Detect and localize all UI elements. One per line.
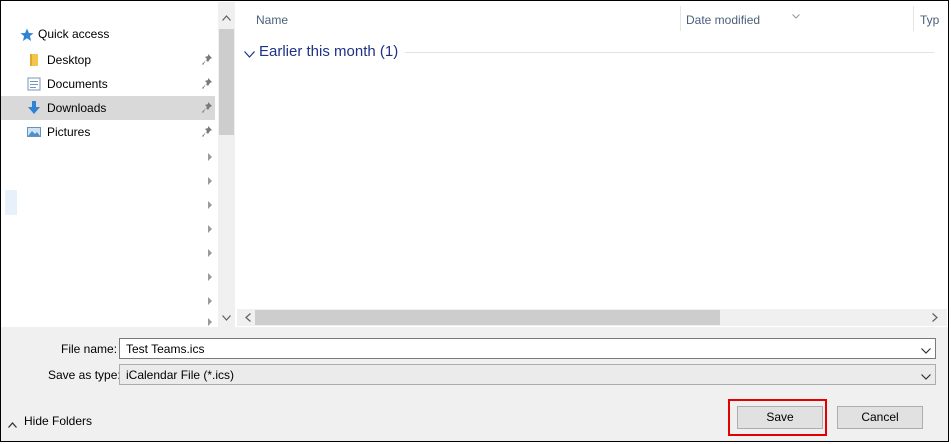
nav-item-documents[interactable]: Documents	[1, 72, 215, 96]
save-as-type-select[interactable]: iCalendar File (*.ics)	[119, 364, 936, 385]
expand-arrow-icon[interactable]	[207, 198, 213, 209]
nav-scroll-thumb[interactable]	[219, 29, 234, 135]
chevron-down-icon[interactable]	[921, 344, 931, 354]
pin-icon	[202, 126, 212, 138]
horizontal-scroll-thumb[interactable]	[255, 310, 720, 325]
scroll-down-arrow-icon[interactable]	[218, 309, 235, 326]
expand-arrow-icon[interactable]	[207, 150, 213, 161]
expand-arrow-icon[interactable]	[207, 222, 213, 233]
sort-chevron-icon	[792, 8, 800, 19]
file-name-field[interactable]: Test Teams.ics	[119, 338, 936, 359]
cancel-button[interactable]: Cancel	[837, 406, 923, 429]
nav-item-pictures[interactable]: Pictures	[1, 120, 215, 144]
pictures-icon	[27, 125, 41, 139]
pin-icon	[202, 54, 212, 66]
expand-arrow-icon[interactable]	[207, 315, 213, 326]
file-name-label: File name:	[61, 342, 118, 356]
expand-arrow-icon[interactable]	[207, 270, 213, 281]
group-heading[interactable]: Earlier this month (1)	[259, 43, 398, 60]
hide-folders-label: Hide Folders	[24, 414, 93, 428]
scroll-left-arrow-icon[interactable]	[239, 309, 256, 326]
column-separator[interactable]	[680, 6, 681, 31]
scroll-up-arrow-icon[interactable]	[218, 9, 235, 26]
nav-item-desktop[interactable]: Desktop	[1, 48, 215, 72]
save-as-type-label: Save as type:	[48, 368, 121, 382]
column-header-date-modified[interactable]: Date modified	[686, 13, 760, 27]
nav-item-label: Desktop	[47, 53, 92, 67]
column-header-type[interactable]: Typ	[920, 13, 939, 27]
nav-item-label: Downloads	[47, 101, 107, 115]
nav-item-quick-access[interactable]: Quick access	[38, 27, 109, 41]
collapse-chevron-icon[interactable]	[244, 47, 255, 58]
pin-icon	[202, 102, 212, 114]
star-icon	[20, 28, 34, 42]
expand-arrow-icon[interactable]	[207, 294, 213, 305]
nav-item-downloads[interactable]: Downloads	[1, 96, 215, 120]
documents-icon	[27, 77, 41, 91]
hover-highlight	[5, 190, 17, 215]
save-as-type-value: iCalendar File (*.ics)	[126, 368, 235, 382]
expand-arrow-icon[interactable]	[207, 246, 213, 257]
chevron-up-icon	[8, 417, 17, 428]
expand-arrow-icon[interactable]	[207, 174, 213, 185]
folder-icon	[27, 53, 41, 67]
file-name-value: Test Teams.ics	[126, 342, 205, 356]
nav-item-label: Pictures	[47, 125, 91, 139]
highlight-box	[728, 399, 827, 436]
download-arrow-icon	[27, 101, 41, 115]
chevron-down-icon[interactable]	[921, 370, 931, 380]
pin-icon	[202, 78, 212, 90]
scroll-right-arrow-icon[interactable]	[926, 309, 943, 326]
group-divider	[405, 52, 934, 53]
column-separator[interactable]	[913, 6, 914, 31]
column-header-name[interactable]: Name	[256, 13, 288, 27]
nav-item-label: Documents	[47, 77, 108, 91]
